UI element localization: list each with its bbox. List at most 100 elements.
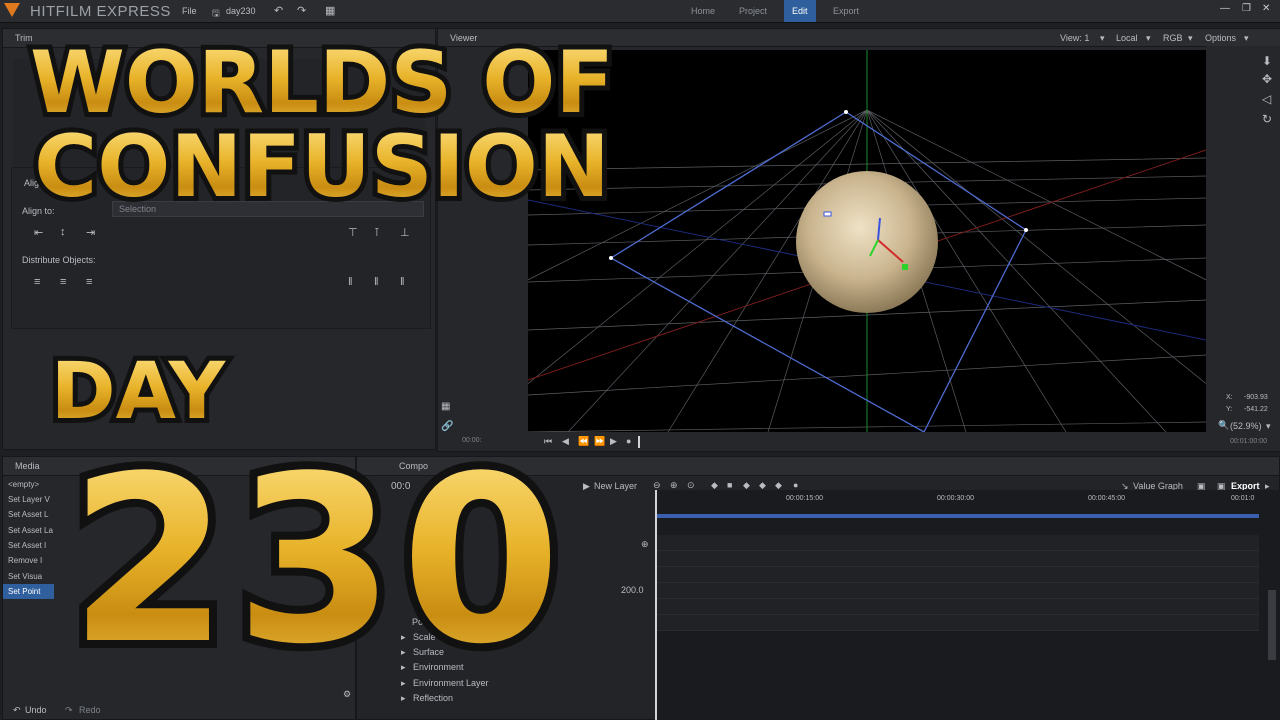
record-icon[interactable]: ● [626,436,631,446]
maximize-icon[interactable]: ❐ [1242,3,1251,14]
align-right-icon[interactable]: ⇥ [86,226,95,239]
history-item[interactable]: <empty> [3,477,54,492]
play-icon[interactable]: ▶ [610,436,617,447]
new-layer-icon[interactable]: ▶ [583,481,590,492]
distribute-left-icon[interactable]: ‖ [348,276,353,288]
property-environment[interactable]: Environment [413,662,464,672]
undo-button[interactable]: Undo [25,705,47,715]
close-icon[interactable]: ✕ [1262,3,1270,14]
timeline-tracks[interactable]: 00:00:15:00 00:00:30:00 00:00:45:00 00:0… [655,490,1280,720]
viewer-canvas[interactable] [528,50,1206,432]
link-icon[interactable]: 🔗 [441,421,453,432]
timeline-track[interactable] [655,583,1259,599]
timeline-track[interactable] [655,567,1259,583]
undo-button-icon[interactable]: ↶ [13,705,21,716]
space-dropdown-chevron-icon[interactable]: ▾ [1146,33,1151,44]
view-dropdown-chevron-icon[interactable]: ▾ [1100,33,1105,44]
distribute-hcenter-icon[interactable]: ‖ [374,276,379,288]
move-tool-icon[interactable]: ✥ [1262,72,1272,86]
history-item[interactable]: Set Asset L [3,507,54,522]
snap-icon[interactable]: ● [793,480,798,490]
minimize-icon[interactable]: — [1220,3,1230,14]
marker-icon[interactable]: ■ [727,480,732,490]
viewer-playhead[interactable] [638,436,640,448]
tab-viewer[interactable]: Viewer [450,33,477,43]
sphere-model[interactable] [796,171,938,313]
tab-project[interactable]: Project [731,0,775,22]
options-chevron-icon[interactable]: ▾ [1244,33,1249,44]
timeline-track[interactable] [655,599,1259,615]
add-property-icon[interactable]: ⊕ [641,539,649,550]
align-left-icon[interactable]: ⇤ [34,226,43,239]
history-item-selected[interactable]: Set Point [3,584,54,599]
prev-frame-icon[interactable]: ◀ [562,436,569,447]
tab-edit[interactable]: Edit [784,0,816,22]
align-center-icon[interactable]: ↕ [60,226,66,238]
layer-duration-bar[interactable] [655,514,1259,518]
align-to-dropdown[interactable]: Selection [112,201,424,217]
channel-dropdown-chevron-icon[interactable]: ▾ [1188,33,1193,44]
tab-trimmer[interactable]: Trim [15,33,33,43]
property-environment-layer[interactable]: Environment Layer [413,678,489,688]
select-tool-icon[interactable]: ⬇ [1262,54,1272,68]
history-item[interactable]: Remove I [3,553,54,568]
redo-button[interactable]: Redo [79,705,101,715]
zoom-chevron-icon[interactable]: ▾ [1266,421,1271,432]
bounds-handle-right[interactable] [1024,228,1028,232]
rewind-icon[interactable]: ⏪ [578,436,589,447]
property-expand-icon[interactable]: ▸ [401,678,406,689]
settings-gear-icon[interactable]: ⚙ [343,689,351,700]
tab-export[interactable]: Export [825,0,867,22]
align-bottom-icon[interactable]: ⊥ [400,226,410,239]
history-item[interactable]: Set Asset I [3,538,54,553]
orbit-tool-icon[interactable]: ◁ [1262,92,1271,106]
property-expand-icon[interactable]: ▸ [401,647,406,658]
history-item[interactable]: Set Asset La [3,523,54,538]
view-dropdown[interactable]: View: 1 [1060,33,1089,43]
timeline-track[interactable] [655,535,1259,551]
menu-file[interactable]: File [182,6,197,16]
redo-icon[interactable]: ↷ [297,4,306,17]
property-expand-icon[interactable]: ▸ [401,693,406,704]
tab-composite[interactable]: Compo [399,461,428,471]
distribute-vcenter-icon[interactable]: ≡ [60,276,66,288]
bounds-handle-left[interactable] [609,256,613,260]
fast-forward-icon[interactable]: ⏩ [594,436,605,447]
history-panel: Media <empty> Set Layer V Set Asset L Se… [2,456,356,720]
history-item[interactable]: Set Layer V [3,492,54,507]
distribute-right-icon[interactable]: ‖ [400,276,405,288]
property-scale[interactable]: Scale [413,632,436,642]
save-icon[interactable]: 🖫 [212,6,220,22]
scale-value[interactable]: 200.0 [621,585,644,595]
history-item[interactable]: Set Visua [3,569,54,584]
timeline-playhead[interactable] [655,490,657,720]
grid-menu-icon[interactable]: ▦ [325,4,335,17]
undo-icon[interactable]: ↶ [274,4,283,17]
property-expand-icon[interactable]: ▸ [401,662,406,673]
timeline-track[interactable] [655,551,1259,567]
property-reflection[interactable]: Reflection [413,693,453,703]
distribute-top-icon[interactable]: ≡ [34,276,40,288]
title-bar: HITFILM EXPRESS File 🖫 day230 ↶ ↷ ▦ Home… [0,0,1280,23]
tab-home[interactable]: Home [683,0,723,22]
property-surface[interactable]: Surface [413,647,444,657]
channel-dropdown[interactable]: RGB [1163,33,1183,43]
zoom-icon[interactable]: 🔍 [1218,420,1229,431]
tab-media[interactable]: Media [15,461,40,471]
options-dropdown[interactable]: Options [1205,33,1236,43]
bounds-handle-top[interactable] [844,110,848,114]
zoom-level[interactable]: (52.9%) [1230,421,1262,431]
distribute-bottom-icon[interactable]: ≡ [86,276,92,288]
redo-button-icon[interactable]: ↷ [65,705,73,716]
grid-toggle-icon[interactable]: ▦ [441,401,450,412]
rotate-tool-icon[interactable]: ↻ [1262,112,1272,126]
new-layer-button[interactable]: New Layer [594,481,637,491]
timeline-track[interactable] [655,615,1259,631]
align-middle-icon[interactable]: ⊺ [374,226,380,239]
property-expand-icon[interactable]: ▸ [401,632,406,643]
space-dropdown[interactable]: Local [1116,33,1138,43]
timeline-scrollbar[interactable] [1268,590,1276,660]
align-top-icon[interactable]: ⊤ [348,226,358,239]
current-time[interactable]: 00:0 [391,481,410,492]
go-start-icon[interactable]: ⏮ [544,436,552,447]
